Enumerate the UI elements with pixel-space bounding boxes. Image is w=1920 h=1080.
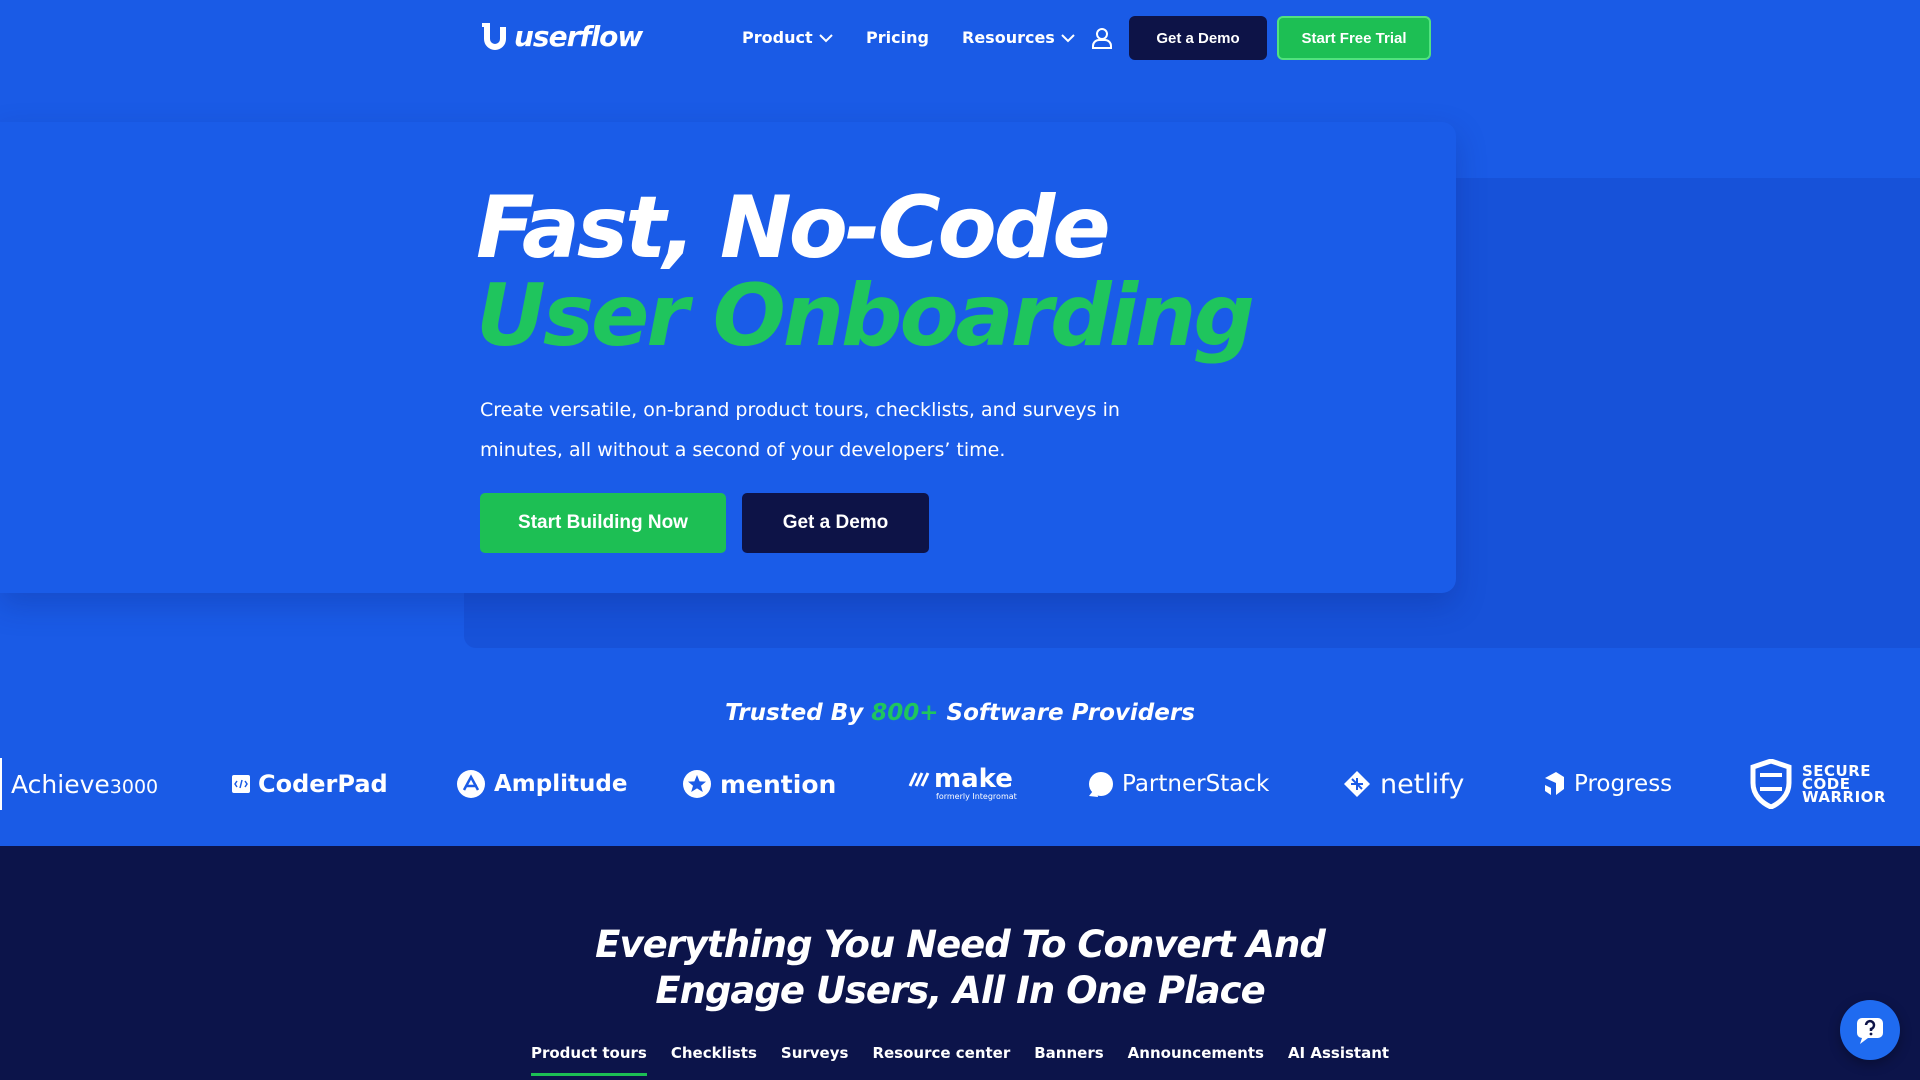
features-heading-line2: Engage Users, All In One Place — [655, 969, 1265, 1012]
netlify-icon — [1344, 771, 1370, 797]
partnerstack-icon — [1089, 772, 1113, 797]
hero-title-line2: User Onboarding — [476, 266, 1255, 366]
hero-subtitle: Create versatile, on-brand product tours… — [480, 399, 1120, 461]
coderpad-name: CoderPad — [258, 770, 388, 798]
achieve-number: 3000 — [109, 775, 159, 798]
make-subtitle: formerly Integromat — [936, 792, 1017, 801]
nav-resources[interactable]: Resources — [962, 28, 1075, 47]
hero-title-line1: Fast, No-Code — [476, 178, 1111, 278]
site-header: userflow Product Pricing Resources Get a… — [0, 0, 1920, 76]
user-account-icon[interactable] — [1090, 26, 1114, 50]
tab-resource-center[interactable]: Resource center — [872, 1044, 1010, 1062]
make-name: make — [934, 764, 1013, 794]
tab-surveys[interactable]: Surveys — [781, 1044, 849, 1062]
mention-name: mention — [720, 769, 837, 799]
chat-widget-button[interactable] — [1840, 1000, 1900, 1060]
chevron-down-icon — [818, 33, 833, 42]
nav-resources-label: Resources — [962, 28, 1055, 47]
tab-product-tours[interactable]: Product tours — [530, 1044, 647, 1076]
userflow-logo[interactable]: userflow — [480, 20, 643, 53]
chat-help-icon — [1857, 1018, 1883, 1044]
achieve-name: Achieve — [11, 769, 110, 799]
logo-text: userflow — [514, 20, 643, 53]
tab-ai-assistant[interactable]: AI Assistant — [1288, 1044, 1389, 1062]
trusted-count: 800+ — [871, 700, 939, 726]
logo-mention: mention — [682, 756, 836, 812]
logo-netlify: netlify — [1342, 756, 1464, 812]
logo-partnerstack: PartnerStack — [1084, 756, 1269, 812]
tab-announcements[interactable]: Announcements — [1128, 1044, 1264, 1062]
feature-tabs: Product tours Checklists Surveys Resourc… — [0, 1044, 1920, 1076]
nav-pricing[interactable]: Pricing — [866, 28, 929, 47]
features-heading-line1: Everything You Need To Convert And — [595, 923, 1326, 966]
netlify-name: netlify — [1380, 768, 1465, 800]
shield-icon — [1750, 759, 1792, 809]
userflow-logo-icon — [482, 22, 506, 50]
logo-achieve3000: Achieve3000 — [0, 756, 158, 812]
get-demo-button-hero[interactable]: Get a Demo — [742, 493, 929, 553]
nav-product[interactable]: Product — [742, 28, 833, 47]
logo-progress: Progress — [1542, 756, 1672, 812]
features-heading: Everything You Need To Convert And Engag… — [0, 922, 1920, 1014]
logo-secure-code-warrior: SECURE CODE WARRIOR — [1750, 756, 1886, 812]
get-demo-button-header[interactable]: Get a Demo — [1129, 16, 1267, 60]
trusted-by-heading: Trusted By 800+ Software Providers — [0, 700, 1920, 726]
partnerstack-name: PartnerStack — [1122, 771, 1270, 797]
trusted-prefix: Trusted By — [725, 700, 872, 726]
logo-make: make formerly Integromat — [908, 756, 1017, 812]
progress-name: Progress — [1574, 771, 1673, 797]
amplitude-icon — [457, 770, 485, 798]
divider-line-icon — [0, 758, 2, 810]
start-free-trial-button[interactable]: Start Free Trial — [1277, 16, 1431, 60]
mention-star-icon — [683, 770, 711, 798]
nav-pricing-label: Pricing — [866, 28, 929, 47]
amplitude-name: Amplitude — [494, 771, 628, 797]
chevron-down-icon — [1061, 33, 1075, 42]
customer-logos: Achieve3000 CoderPad Amplitude mention m… — [0, 756, 1920, 812]
trusted-suffix: Software Providers — [938, 700, 1195, 726]
nav-product-label: Product — [742, 28, 813, 47]
start-building-button[interactable]: Start Building Now — [480, 493, 726, 553]
scw-line3: WARRIOR — [1802, 787, 1886, 806]
tab-banners[interactable]: Banners — [1034, 1044, 1103, 1062]
coderpad-icon — [232, 775, 250, 793]
logo-coderpad: CoderPad — [232, 756, 388, 812]
progress-icon — [1545, 772, 1564, 795]
tab-checklists[interactable]: Checklists — [671, 1044, 757, 1062]
logo-amplitude: Amplitude — [456, 756, 627, 812]
make-icon — [908, 772, 930, 787]
